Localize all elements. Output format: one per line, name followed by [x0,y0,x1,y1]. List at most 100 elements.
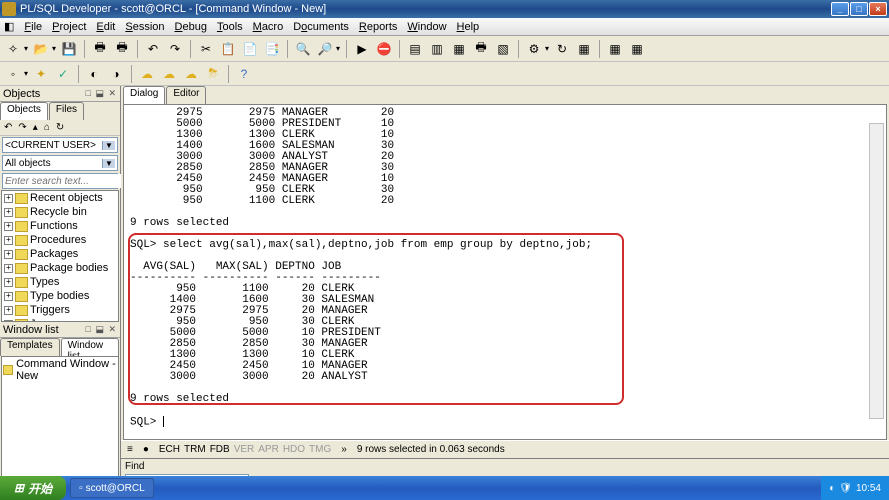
menu-session[interactable]: Session [125,21,164,33]
print-button[interactable]: 🖶 [91,40,109,58]
system-tray[interactable]: ◐ 🛡 10:54 [821,476,889,500]
start-button[interactable]: ⊞开始 [0,476,66,500]
grid2-button[interactable]: ▦ [628,40,646,58]
expand-icon[interactable]: + [4,208,13,217]
app-menu-icon[interactable]: ◧ [4,20,14,33]
menu-edit[interactable]: Edit [96,21,115,33]
expand-icon[interactable]: + [4,292,13,301]
tab-templates[interactable]: Templates [0,338,60,356]
menu-help[interactable]: Help [457,21,480,33]
window-list[interactable]: Command Window - New [1,356,119,490]
new-button[interactable]: ✧ [4,40,22,58]
find-next-button[interactable]: 🔎 [316,40,334,58]
nav-refresh-icon[interactable]: ↻ [56,122,64,133]
t2-btn1[interactable]: ◦ [4,65,22,83]
taskbar-item[interactable]: ▫ scott@ORCL [70,478,154,498]
help-button[interactable]: ? [235,65,253,83]
tree-node[interactable]: +Functions [2,219,118,233]
filter-combo[interactable]: All objects▼ [2,155,118,171]
vertical-scrollbar[interactable] [869,123,884,419]
search-input[interactable]: ▸ [2,173,118,189]
tree-node[interactable]: +Procedures [2,233,118,247]
cut-button[interactable]: ✂ [197,40,215,58]
grid1-button[interactable]: ▦ [606,40,624,58]
status-seg[interactable]: TMG [307,444,333,455]
status-seg[interactable]: ECH [157,444,182,455]
maximize-button[interactable]: □ [850,2,868,16]
expand-icon[interactable]: + [4,250,13,259]
tool3-button[interactable]: ▦ [575,40,593,58]
tray-icon[interactable]: ◐ [829,483,835,494]
expand-icon[interactable]: + [4,278,13,287]
t2-btn8[interactable]: ☁ [182,65,200,83]
expand-icon[interactable]: + [4,306,13,315]
expand-icon[interactable]: + [4,236,13,245]
pane-controls[interactable]: □ ⬓ ✕ [86,88,117,99]
menu-macro[interactable]: Macro [253,21,284,33]
nav-home-icon[interactable]: ⌂ [44,122,50,133]
t2-btn7[interactable]: ☁ [160,65,178,83]
status-seg[interactable]: TRM [182,444,208,455]
redo-button[interactable]: ↷ [166,40,184,58]
tree-node[interactable]: +Package bodies [2,261,118,275]
tree-node[interactable]: +Packages [2,247,118,261]
t2-btn2[interactable]: ✦ [32,65,50,83]
doc5-button[interactable]: ▧ [494,40,512,58]
expand-icon[interactable]: + [4,194,13,203]
tab-objects[interactable]: Objects [0,102,48,120]
menu-debug[interactable]: Debug [175,21,207,33]
tool1-button[interactable]: ⚙ [525,40,543,58]
minimize-button[interactable]: _ [831,2,849,16]
nav-back-icon[interactable]: ↶ [4,122,12,133]
menu-project[interactable]: Project [52,21,86,33]
t2-btn5[interactable]: ◑ [107,65,125,83]
paste-button[interactable]: 📄 [241,40,259,58]
command-editor[interactable]: 2975 2975 MANAGER 20 5000 5000 PRESIDENT… [123,104,887,440]
close-button[interactable]: × [869,2,887,16]
doc2-button[interactable]: ▥ [428,40,446,58]
list-item[interactable]: Command Window - New [3,358,117,382]
expand-icon[interactable]: + [4,222,13,231]
nav-up-icon[interactable]: ▴ [33,122,38,133]
find-button[interactable]: 🔍 [294,40,312,58]
stop-button[interactable]: ⛔ [375,40,393,58]
wl-controls[interactable]: □ ⬓ ✕ [86,324,117,335]
tree-node[interactable]: +Recent objects [2,191,118,205]
open-button[interactable]: 📂 [32,40,50,58]
tray-icon[interactable]: 🛡 [839,483,852,494]
save-button[interactable]: 💾 [60,40,78,58]
tab-windowlist[interactable]: Window list [61,338,119,356]
tree-node[interactable]: +Types [2,275,118,289]
paste2-button[interactable]: 📑 [263,40,281,58]
menu-window[interactable]: Window [407,21,446,33]
tab-dialog[interactable]: Dialog [123,86,165,104]
status-seg[interactable]: FDB [208,444,232,455]
doc3-button[interactable]: ▦ [450,40,468,58]
tab-editor[interactable]: Editor [166,86,206,104]
tree-node[interactable]: +Recycle bin [2,205,118,219]
doc4-button[interactable]: 🖶 [472,40,490,58]
t2-btn4[interactable]: ◐ [85,65,103,83]
t2-btn6[interactable]: ☁ [138,65,156,83]
t2-btn3[interactable]: ✓ [54,65,72,83]
t2-btn9[interactable]: ⛈ [204,65,222,83]
tree-node[interactable]: +Type bodies [2,289,118,303]
copy-button[interactable]: 📋 [219,40,237,58]
status-seg[interactable]: HDO [281,444,307,455]
status-seg[interactable]: VER [232,444,257,455]
tab-files[interactable]: Files [49,102,84,120]
tool2-button[interactable]: ↻ [553,40,571,58]
menu-tools[interactable]: Tools [217,21,243,33]
undo-button[interactable]: ↶ [144,40,162,58]
menu-documents[interactable]: Documents [293,21,349,33]
tree-node[interactable]: +Triggers [2,303,118,317]
expand-icon[interactable]: + [4,264,13,273]
status-menu-icon[interactable]: ≡ [125,444,135,455]
nav-fwd-icon[interactable]: ↷ [18,122,26,133]
menu-file[interactable]: File [24,21,42,33]
print-preview-button[interactable]: 🖶 [113,40,131,58]
status-seg[interactable]: APR [256,444,281,455]
menu-reports[interactable]: Reports [359,21,398,33]
objects-tree[interactable]: +Recent objects+Recycle bin+Functions+Pr… [1,190,119,322]
doc1-button[interactable]: ▤ [406,40,424,58]
